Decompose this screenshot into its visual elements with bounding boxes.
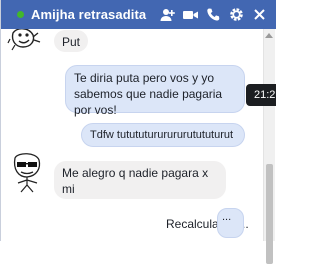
video-call-icon[interactable] bbox=[182, 6, 199, 23]
message-bubble: Te diria puta pero vos y yo sabemos que … bbox=[65, 65, 245, 117]
online-status-icon bbox=[17, 11, 24, 18]
chat-titlebar[interactable]: Amijha retrasadita bbox=[1, 0, 276, 29]
typing-indicator: ... bbox=[217, 208, 244, 238]
message-bubble: Put bbox=[54, 30, 89, 52]
titlebar-actions bbox=[159, 6, 268, 23]
contact-avatar[interactable] bbox=[6, 150, 48, 194]
message-list[interactable]: Put Te diria puta pero vos y yo sabemos … bbox=[2, 29, 276, 241]
message-bubble: Me alegro q nadie pagara x mi bbox=[54, 161, 226, 199]
timestamp-tooltip: 21:2 bbox=[246, 84, 276, 106]
phone-icon[interactable] bbox=[205, 6, 222, 23]
add-user-icon[interactable] bbox=[159, 6, 176, 23]
chat-window: Amijha retrasadita Put Te diria puta per… bbox=[0, 0, 276, 264]
contact-avatar[interactable] bbox=[7, 29, 43, 59]
close-icon[interactable] bbox=[251, 6, 268, 23]
scrollbar[interactable] bbox=[263, 29, 275, 264]
scrollbar-thumb[interactable] bbox=[266, 164, 273, 264]
gear-icon[interactable] bbox=[228, 6, 245, 23]
scroll-up-arrow-icon[interactable] bbox=[265, 33, 273, 38]
message-bubble: Tdfw tutututururururutututurut bbox=[81, 123, 245, 147]
chat-title[interactable]: Amijha retrasadita bbox=[31, 7, 146, 22]
